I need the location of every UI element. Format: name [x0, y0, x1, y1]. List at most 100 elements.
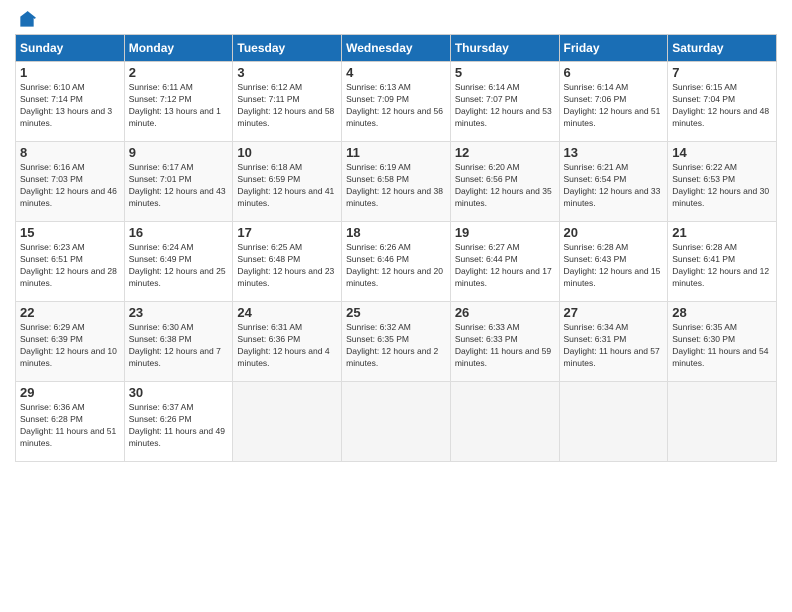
calendar-cell: 13 Sunrise: 6:21 AMSunset: 6:54 PMDayligh… [559, 142, 668, 222]
calendar-cell: 11 Sunrise: 6:19 AMSunset: 6:58 PMDayligh… [342, 142, 451, 222]
page-header [15, 10, 777, 26]
day-number: 20 [564, 225, 664, 240]
day-info: Sunrise: 6:34 AMSunset: 6:31 PMDaylight:… [564, 322, 664, 370]
day-info: Sunrise: 6:13 AMSunset: 7:09 PMDaylight:… [346, 82, 446, 130]
day-info: Sunrise: 6:19 AMSunset: 6:58 PMDaylight:… [346, 162, 446, 210]
calendar-cell: 19 Sunrise: 6:27 AMSunset: 6:44 PMDayligh… [450, 222, 559, 302]
day-info: Sunrise: 6:15 AMSunset: 7:04 PMDaylight:… [672, 82, 772, 130]
calendar-cell: 1 Sunrise: 6:10 AMSunset: 7:14 PMDaylight… [16, 62, 125, 142]
day-number: 5 [455, 65, 555, 80]
calendar-cell [342, 382, 451, 462]
calendar-cell: 7 Sunrise: 6:15 AMSunset: 7:04 PMDaylight… [668, 62, 777, 142]
calendar-cell: 8 Sunrise: 6:16 AMSunset: 7:03 PMDaylight… [16, 142, 125, 222]
day-info: Sunrise: 6:12 AMSunset: 7:11 PMDaylight:… [237, 82, 337, 130]
day-info: Sunrise: 6:23 AMSunset: 6:51 PMDaylight:… [20, 242, 120, 290]
day-number: 6 [564, 65, 664, 80]
day-info: Sunrise: 6:30 AMSunset: 6:38 PMDaylight:… [129, 322, 229, 370]
day-info: Sunrise: 6:25 AMSunset: 6:48 PMDaylight:… [237, 242, 337, 290]
calendar-cell: 29 Sunrise: 6:36 AMSunset: 6:28 PMDayligh… [16, 382, 125, 462]
day-info: Sunrise: 6:24 AMSunset: 6:49 PMDaylight:… [129, 242, 229, 290]
calendar-cell: 18 Sunrise: 6:26 AMSunset: 6:46 PMDayligh… [342, 222, 451, 302]
day-info: Sunrise: 6:22 AMSunset: 6:53 PMDaylight:… [672, 162, 772, 210]
calendar-cell: 28Sunrise: 6:35 AMSunset: 6:30 PMDayligh… [668, 302, 777, 382]
day-number: 4 [346, 65, 446, 80]
day-info: Sunrise: 6:26 AMSunset: 6:46 PMDaylight:… [346, 242, 446, 290]
day-info: Sunrise: 6:10 AMSunset: 7:14 PMDaylight:… [20, 82, 120, 130]
day-number: 1 [20, 65, 120, 80]
header-tuesday: Tuesday [233, 35, 342, 62]
day-info: Sunrise: 6:28 AMSunset: 6:41 PMDaylight:… [672, 242, 772, 290]
header-thursday: Thursday [450, 35, 559, 62]
calendar-cell: 22Sunrise: 6:29 AMSunset: 6:39 PMDayligh… [16, 302, 125, 382]
day-info: Sunrise: 6:28 AMSunset: 6:43 PMDaylight:… [564, 242, 664, 290]
day-info: Sunrise: 6:36 AMSunset: 6:28 PMDaylight:… [20, 402, 120, 450]
calendar-cell: 21 Sunrise: 6:28 AMSunset: 6:41 PMDayligh… [668, 222, 777, 302]
day-info: Sunrise: 6:31 AMSunset: 6:36 PMDaylight:… [237, 322, 337, 370]
logo [15, 10, 37, 26]
calendar-cell: 9 Sunrise: 6:17 AMSunset: 7:01 PMDaylight… [124, 142, 233, 222]
calendar-cell: 15 Sunrise: 6:23 AMSunset: 6:51 PMDayligh… [16, 222, 125, 302]
calendar-cell: 3 Sunrise: 6:12 AMSunset: 7:11 PMDaylight… [233, 62, 342, 142]
day-number: 16 [129, 225, 229, 240]
calendar-week-2: 8 Sunrise: 6:16 AMSunset: 7:03 PMDaylight… [16, 142, 777, 222]
day-number: 15 [20, 225, 120, 240]
day-number: 18 [346, 225, 446, 240]
day-number: 27 [564, 305, 664, 320]
calendar-header-row: SundayMondayTuesdayWednesdayThursdayFrid… [16, 35, 777, 62]
logo-icon [17, 10, 37, 30]
header-friday: Friday [559, 35, 668, 62]
calendar-cell [233, 382, 342, 462]
day-info: Sunrise: 6:14 AMSunset: 7:06 PMDaylight:… [564, 82, 664, 130]
calendar-cell: 6 Sunrise: 6:14 AMSunset: 7:06 PMDaylight… [559, 62, 668, 142]
day-info: Sunrise: 6:21 AMSunset: 6:54 PMDaylight:… [564, 162, 664, 210]
calendar-week-1: 1 Sunrise: 6:10 AMSunset: 7:14 PMDaylight… [16, 62, 777, 142]
calendar-cell: 4 Sunrise: 6:13 AMSunset: 7:09 PMDaylight… [342, 62, 451, 142]
header-sunday: Sunday [16, 35, 125, 62]
day-number: 21 [672, 225, 772, 240]
day-number: 14 [672, 145, 772, 160]
calendar-week-4: 22Sunrise: 6:29 AMSunset: 6:39 PMDayligh… [16, 302, 777, 382]
calendar-cell [559, 382, 668, 462]
calendar-cell: 24 Sunrise: 6:31 AMSunset: 6:36 PMDayligh… [233, 302, 342, 382]
header-saturday: Saturday [668, 35, 777, 62]
day-number: 10 [237, 145, 337, 160]
day-number: 24 [237, 305, 337, 320]
calendar-cell: 5 Sunrise: 6:14 AMSunset: 7:07 PMDaylight… [450, 62, 559, 142]
day-number: 25 [346, 305, 446, 320]
day-number: 7 [672, 65, 772, 80]
day-number: 26 [455, 305, 555, 320]
calendar-cell: 23 Sunrise: 6:30 AMSunset: 6:38 PMDayligh… [124, 302, 233, 382]
day-info: Sunrise: 6:29 AMSunset: 6:39 PMDaylight:… [20, 322, 120, 370]
header-monday: Monday [124, 35, 233, 62]
calendar-cell: 10 Sunrise: 6:18 AMSunset: 6:59 PMDayligh… [233, 142, 342, 222]
day-info: Sunrise: 6:18 AMSunset: 6:59 PMDaylight:… [237, 162, 337, 210]
calendar-cell: 16 Sunrise: 6:24 AMSunset: 6:49 PMDayligh… [124, 222, 233, 302]
calendar-cell: 12Sunrise: 6:20 AMSunset: 6:56 PMDayligh… [450, 142, 559, 222]
day-info: Sunrise: 6:32 AMSunset: 6:35 PMDaylight:… [346, 322, 446, 370]
day-number: 13 [564, 145, 664, 160]
day-number: 8 [20, 145, 120, 160]
calendar-cell [450, 382, 559, 462]
calendar-table: SundayMondayTuesdayWednesdayThursdayFrid… [15, 34, 777, 462]
day-number: 3 [237, 65, 337, 80]
day-info: Sunrise: 6:14 AMSunset: 7:07 PMDaylight:… [455, 82, 555, 130]
calendar-cell: 20 Sunrise: 6:28 AMSunset: 6:43 PMDayligh… [559, 222, 668, 302]
day-number: 11 [346, 145, 446, 160]
day-info: Sunrise: 6:27 AMSunset: 6:44 PMDaylight:… [455, 242, 555, 290]
calendar-cell: 2Sunrise: 6:11 AMSunset: 7:12 PMDaylight… [124, 62, 233, 142]
page-container: SundayMondayTuesdayWednesdayThursdayFrid… [0, 0, 792, 472]
day-info: Sunrise: 6:35 AMSunset: 6:30 PMDaylight:… [672, 322, 772, 370]
calendar-cell: 26 Sunrise: 6:33 AMSunset: 6:33 PMDayligh… [450, 302, 559, 382]
day-info: Sunrise: 6:33 AMSunset: 6:33 PMDaylight:… [455, 322, 555, 370]
calendar-cell: 17Sunrise: 6:25 AMSunset: 6:48 PMDayligh… [233, 222, 342, 302]
day-info: Sunrise: 6:20 AMSunset: 6:56 PMDaylight:… [455, 162, 555, 210]
day-info: Sunrise: 6:16 AMSunset: 7:03 PMDaylight:… [20, 162, 120, 210]
day-number: 19 [455, 225, 555, 240]
calendar-week-3: 15 Sunrise: 6:23 AMSunset: 6:51 PMDayligh… [16, 222, 777, 302]
day-number: 23 [129, 305, 229, 320]
calendar-cell: 27 Sunrise: 6:34 AMSunset: 6:31 PMDayligh… [559, 302, 668, 382]
day-number: 9 [129, 145, 229, 160]
header-wednesday: Wednesday [342, 35, 451, 62]
day-info: Sunrise: 6:17 AMSunset: 7:01 PMDaylight:… [129, 162, 229, 210]
day-number: 29 [20, 385, 120, 400]
